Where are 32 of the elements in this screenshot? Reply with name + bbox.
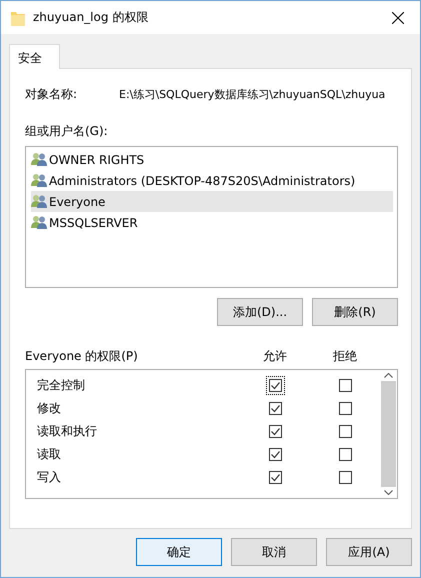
checkbox[interactable] [266, 376, 284, 395]
permission-name: 读取 [37, 446, 62, 463]
tab[interactable]: 安全 [9, 44, 60, 69]
dialog-button[interactable]: 确定 [136, 538, 222, 566]
folder-icon [11, 10, 25, 26]
user-item[interactable]: Administrators (DESKTOP-487S20S\Administrators) [31, 170, 393, 191]
list-button[interactable]: 添加(D)... [217, 298, 303, 326]
close-icon [392, 12, 404, 24]
field-label: 对象名称: [25, 86, 78, 102]
user-item[interactable]: Everyone [31, 191, 393, 212]
scroll-up-icon [384, 373, 393, 378]
column-header: 拒绝 [332, 348, 358, 364]
permission-name: 完全控制 [37, 377, 86, 394]
permission-name: 写入 [37, 469, 62, 486]
permission-name: 读取和执行 [37, 423, 98, 440]
column-header: 允许 [262, 348, 288, 364]
object-path: E:\练习\SQLQuery数据库练习\zhuyuanSQL\zhuyua [119, 86, 386, 102]
user-group-icon [31, 215, 48, 230]
user-group-icon [31, 194, 48, 209]
dialog-button[interactable]: 应用(A) [326, 538, 412, 566]
user-group-icon [31, 152, 48, 167]
dialog-button[interactable]: 取消 [231, 538, 317, 566]
list-label: 组或用户名(G): [25, 123, 109, 140]
user-item[interactable]: MSSQLSERVER [31, 212, 393, 233]
permission-name: 修改 [37, 400, 62, 417]
user-item[interactable]: OWNER RIGHTS [31, 149, 393, 170]
permissions-label: Everyone 的权限(P) [25, 348, 139, 364]
list-button[interactable]: 删除(R) [312, 298, 398, 326]
user-group-icon [31, 173, 48, 188]
scroll-down-icon [384, 490, 393, 495]
scrollbar[interactable] [380, 370, 397, 498]
window-title: zhuyuan_log 的权限 [33, 9, 150, 26]
